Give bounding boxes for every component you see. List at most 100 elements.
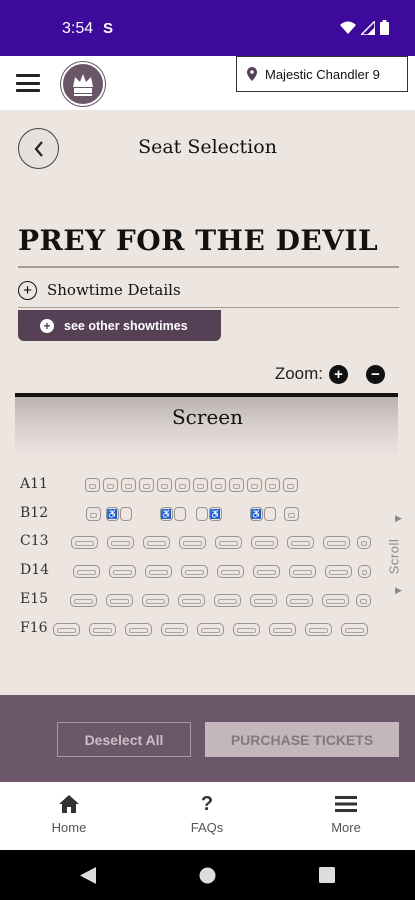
seat[interactable]: [341, 623, 368, 636]
row-label: A11: [20, 476, 48, 492]
seat[interactable]: [358, 565, 371, 578]
seat[interactable]: [103, 478, 118, 492]
seat[interactable]: [179, 536, 206, 549]
wheelchair-seat[interactable]: ♿: [106, 507, 132, 521]
seat[interactable]: [215, 536, 242, 549]
seat[interactable]: [211, 478, 226, 492]
seat[interactable]: [181, 565, 208, 578]
scroll-label: Scroll: [386, 538, 402, 575]
seat[interactable]: [86, 507, 101, 521]
divider: [18, 266, 399, 268]
seat[interactable]: [247, 478, 262, 492]
row-label: D14: [20, 562, 50, 578]
seat[interactable]: [89, 623, 116, 636]
battery-icon: [380, 20, 389, 35]
seat[interactable]: [265, 478, 280, 492]
wheelchair-seat[interactable]: ♿: [250, 507, 276, 521]
nav-home[interactable]: Home: [24, 792, 114, 835]
seat[interactable]: [106, 594, 133, 607]
seat[interactable]: [251, 536, 278, 549]
crown-icon[interactable]: [61, 62, 105, 106]
wheelchair-seat[interactable]: ♿: [196, 507, 222, 521]
seat[interactable]: [253, 565, 280, 578]
seat[interactable]: [284, 507, 299, 521]
location-selector[interactable]: Majestic Chandler 9: [236, 56, 408, 92]
movie-title: PREY FOR THE DEVIL: [18, 224, 379, 257]
screen-label: Screen: [171, 405, 243, 429]
seat[interactable]: [197, 623, 224, 636]
seat[interactable]: [178, 594, 205, 607]
home-icon: [24, 792, 114, 816]
seat[interactable]: [142, 594, 169, 607]
location-name: Majestic Chandler 9: [265, 66, 380, 82]
seat[interactable]: [357, 536, 371, 549]
seat[interactable]: [305, 623, 332, 636]
scroll-indicator[interactable]: ▶ Scroll ▶: [386, 513, 410, 598]
pin-icon: [247, 67, 257, 81]
seat[interactable]: [143, 536, 170, 549]
caret-right-icon: ▶: [395, 513, 402, 523]
seat[interactable]: [286, 594, 313, 607]
seat[interactable]: [323, 536, 350, 549]
row-label: B12: [20, 505, 49, 521]
page-title: Seat Selection: [138, 136, 277, 158]
hamburger-icon[interactable]: [16, 74, 40, 92]
seat[interactable]: [287, 536, 314, 549]
row-label: F16: [20, 620, 48, 636]
row-label: E15: [20, 591, 49, 607]
zoom-controls: Zoom: + −: [275, 364, 385, 384]
seat[interactable]: [125, 623, 152, 636]
seat[interactable]: [214, 594, 241, 607]
seat[interactable]: [175, 478, 190, 492]
seat[interactable]: [161, 623, 188, 636]
nav-more[interactable]: More: [301, 792, 391, 835]
recents-square-icon[interactable]: [319, 867, 335, 883]
seat[interactable]: [85, 478, 100, 492]
deselect-all-button[interactable]: Deselect All: [57, 722, 191, 757]
purchase-tickets-button[interactable]: PURCHASE TICKETS: [205, 722, 399, 757]
seat[interactable]: [109, 565, 136, 578]
notification-icon: S: [103, 20, 114, 37]
plus-circle-icon: +: [40, 318, 54, 333]
seat[interactable]: [233, 623, 260, 636]
seat[interactable]: [71, 536, 98, 549]
seat[interactable]: [356, 594, 371, 607]
seat[interactable]: [70, 594, 97, 607]
back-triangle-icon[interactable]: [80, 867, 96, 884]
seat[interactable]: [107, 536, 134, 549]
seat[interactable]: [157, 478, 172, 492]
seat[interactable]: [269, 623, 296, 636]
row-label: C13: [20, 533, 49, 549]
seat[interactable]: [289, 565, 316, 578]
seat[interactable]: [73, 565, 100, 578]
zoom-out-button[interactable]: −: [366, 364, 385, 384]
seat[interactable]: [322, 594, 349, 607]
seat[interactable]: [229, 478, 244, 492]
showtime-details-label: Showtime Details: [47, 281, 181, 299]
app-header: Majestic Chandler 9: [0, 56, 415, 110]
seat[interactable]: [139, 478, 154, 492]
seat[interactable]: [217, 565, 244, 578]
system-nav-bar: [0, 850, 415, 900]
plus-circle-icon: +: [18, 280, 37, 300]
wheelchair-seat[interactable]: ♿: [160, 507, 186, 521]
question-icon: ?: [200, 792, 214, 815]
nav-faqs[interactable]: ? FAQs: [162, 792, 252, 836]
showtime-details-toggle[interactable]: + Showtime Details: [18, 278, 181, 302]
seat[interactable]: [325, 565, 352, 578]
seat[interactable]: [250, 594, 277, 607]
seat[interactable]: [193, 478, 208, 492]
seat[interactable]: [283, 478, 298, 492]
see-other-showtimes-label: see other showtimes: [64, 318, 188, 333]
home-circle-icon[interactable]: [199, 867, 216, 884]
seat[interactable]: [145, 565, 172, 578]
system-icons: [340, 20, 389, 35]
caret-right-icon: ▶: [395, 585, 402, 595]
status-bar: 3:54 S: [0, 0, 415, 56]
seat[interactable]: [53, 623, 80, 636]
nav-faqs-label: FAQs: [190, 820, 224, 835]
see-other-showtimes-button[interactable]: + see other showtimes: [18, 310, 221, 341]
zoom-in-button[interactable]: +: [329, 364, 348, 384]
wifi-icon: [340, 21, 356, 34]
seat[interactable]: [121, 478, 136, 492]
